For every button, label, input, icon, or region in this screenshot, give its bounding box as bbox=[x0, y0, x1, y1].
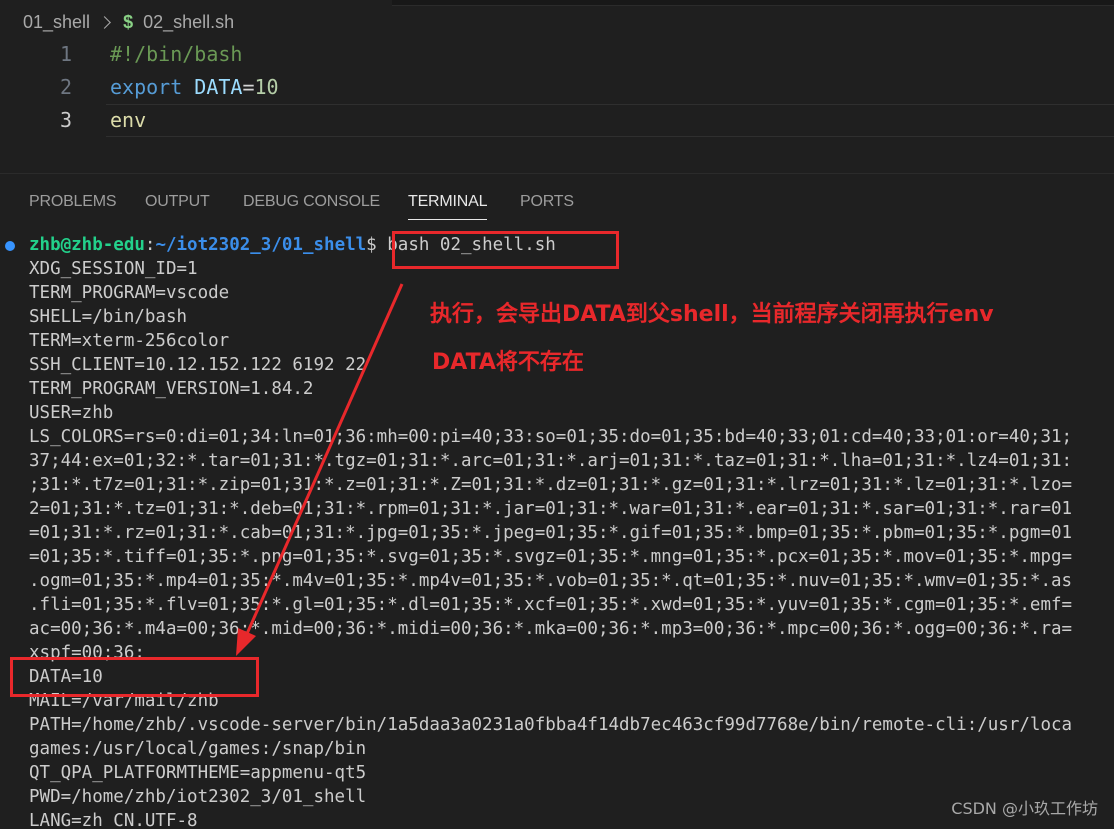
annotation-text-line-1: 执行，会导出DATA到父shell，当前程序关闭再执行env bbox=[430, 302, 994, 327]
annotation-arrow bbox=[236, 283, 404, 656]
watermark: CSDN @小玖工作坊 bbox=[951, 799, 1098, 818]
annotation-text-line-2: DATA将不存在 bbox=[432, 350, 584, 375]
